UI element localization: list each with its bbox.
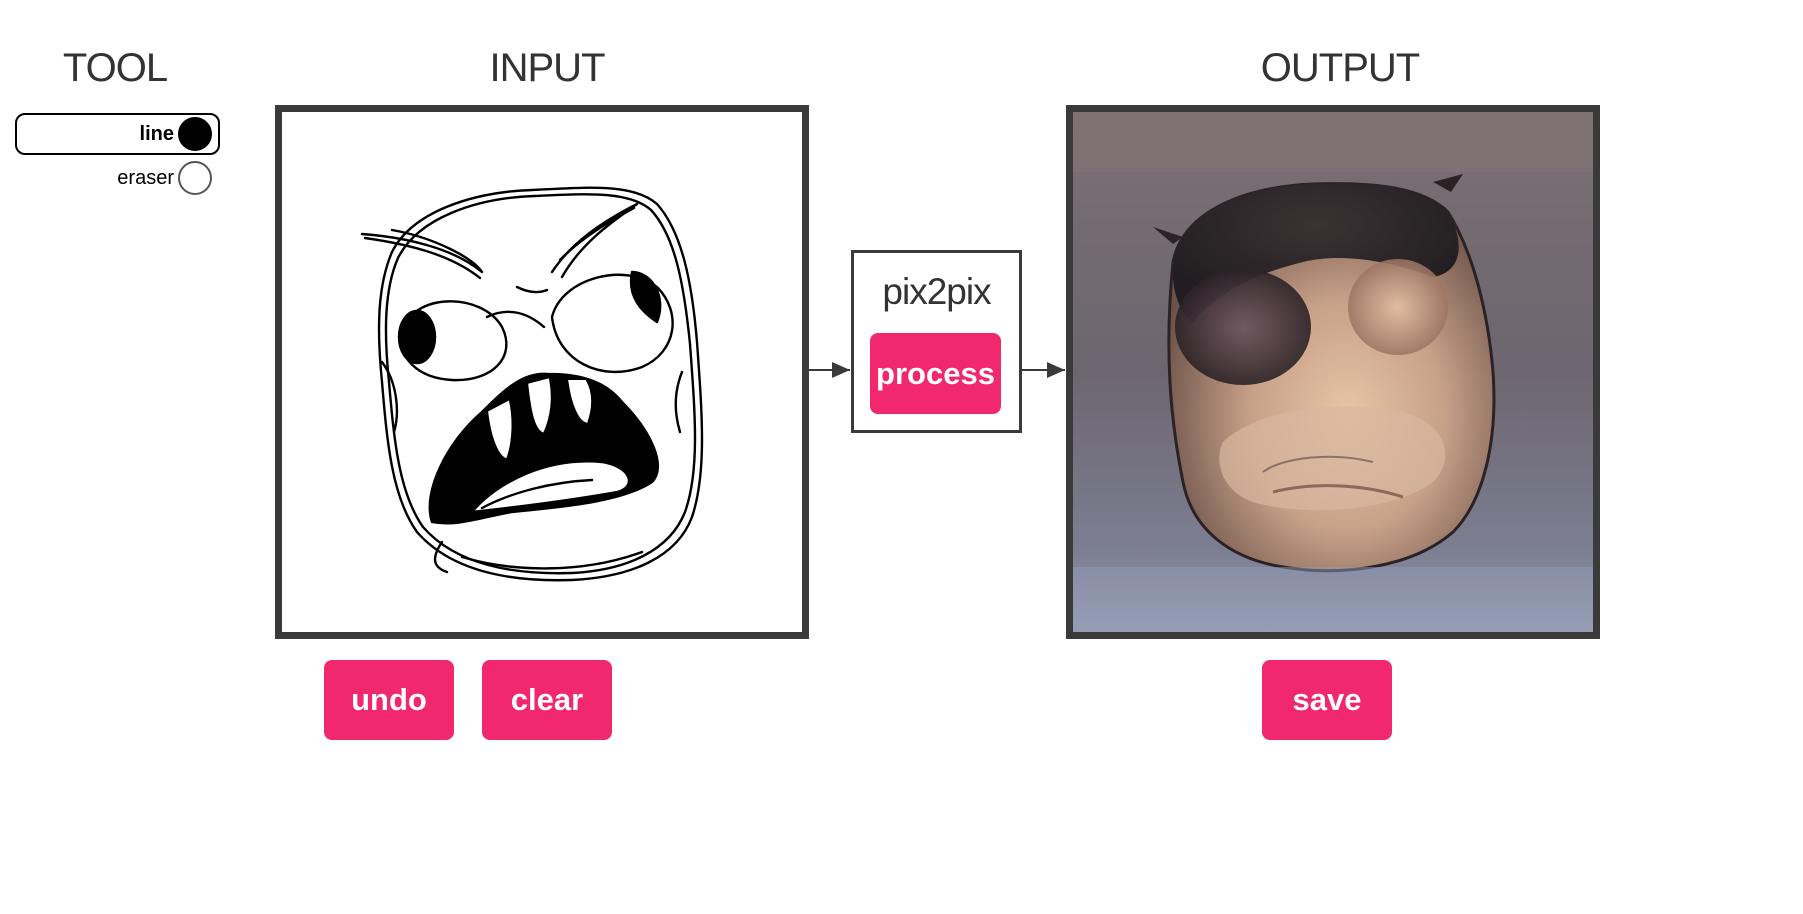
sketch-drawing — [360, 186, 704, 582]
save-button[interactable]: save — [1262, 660, 1392, 740]
radio-unselected-icon — [178, 161, 212, 195]
tool-option-line[interactable]: line — [15, 113, 220, 155]
output-title: OUTPUT — [1260, 46, 1420, 90]
tool-title: TOOL — [62, 46, 168, 90]
output-image — [1066, 105, 1600, 639]
undo-button[interactable]: undo — [324, 660, 454, 740]
tool-option-eraser[interactable]: eraser — [15, 157, 220, 199]
model-box: pix2pix process — [851, 250, 1022, 433]
model-title: pix2pix — [882, 271, 991, 312]
process-button[interactable]: process — [870, 333, 1001, 414]
input-drawing-canvas[interactable] — [275, 105, 809, 639]
input-title: INPUT — [489, 46, 606, 90]
tool-option-label: eraser — [117, 166, 174, 189]
generated-image — [1073, 112, 1593, 632]
radio-selected-icon — [178, 117, 212, 151]
clear-button[interactable]: clear — [482, 660, 612, 740]
tool-option-label: line — [139, 122, 174, 145]
